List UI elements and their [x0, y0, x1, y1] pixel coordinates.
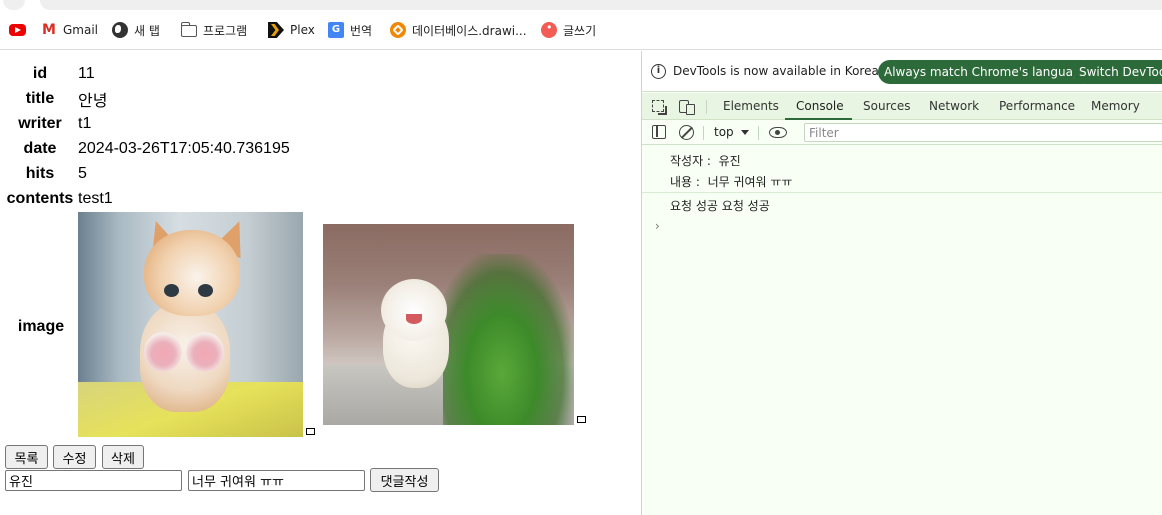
bookmark-label: 프로그램: [203, 23, 248, 38]
inspect-element-icon[interactable]: [652, 100, 667, 115]
live-expression-eye-icon[interactable]: [769, 127, 787, 138]
devtools-panel: i DevTools is now available in Korean! A…: [641, 51, 1162, 515]
console-log-line: 작성자 : 유진: [670, 153, 741, 168]
title-value: 안녕: [78, 92, 108, 110]
bookmark-label: 새 탭: [134, 23, 160, 38]
bookmark-label: 글쓰기: [563, 23, 597, 38]
console-toolbar: top Filter: [642, 121, 1162, 145]
folder-icon: [180, 22, 197, 37]
image-label: image: [17, 318, 65, 335]
dog-image: [323, 224, 574, 425]
globe-icon: [112, 22, 128, 38]
hits-value: 5: [78, 164, 87, 182]
tab-elements[interactable]: Elements: [723, 99, 779, 113]
context-selector[interactable]: top: [714, 125, 734, 139]
write-icon: [541, 21, 557, 38]
console-log-line: 요청 성공 요청 성공: [670, 198, 770, 213]
bookmark-new-tab[interactable]: 새 탭: [112, 20, 160, 40]
console-prompt[interactable]: ›: [655, 219, 660, 233]
detail-row-writer: writer t1: [0, 111, 91, 136]
match-language-button[interactable]: Always match Chrome's language: [878, 60, 1094, 84]
board-detail-page: id 11 title 안녕 writer t1 date 2024-03-26…: [0, 51, 641, 515]
id-value: 11: [78, 64, 95, 82]
delete-button[interactable]: 삭제: [102, 445, 144, 469]
switch-devtools-button[interactable]: Switch DevTools: [1073, 60, 1162, 84]
toolbar-divider: [703, 126, 704, 140]
bookmark-label: 데이터베이스.drawi...: [412, 23, 527, 38]
profile-button[interactable]: [3, 0, 25, 10]
tab-memory[interactable]: Memory: [1091, 99, 1140, 113]
bookmark-label: 번역: [350, 23, 373, 38]
info-icon: i: [651, 64, 666, 79]
drawio-icon: [390, 22, 406, 38]
date-value: 2024-03-26T17:05:40.736195: [78, 139, 290, 157]
plex-icon: [268, 22, 284, 38]
bookmark-write[interactable]: 글쓰기: [541, 20, 596, 40]
detail-row-id: id 11: [0, 61, 95, 86]
image-resize-handle[interactable]: [577, 416, 586, 423]
browser-top-strip: [0, 0, 1162, 10]
bookmark-folder-programs[interactable]: 프로그램: [180, 20, 248, 40]
writer-value: t1: [78, 114, 92, 132]
detail-row-contents: contents test1: [0, 186, 113, 211]
info-message: DevTools is now available in Korean!: [673, 64, 892, 78]
devtools-tabs: Elements Console Sources Network Perform…: [642, 93, 1162, 120]
writer-label: writer: [18, 114, 62, 132]
device-toolbar-icon[interactable]: [679, 100, 695, 115]
detail-row-title: title 안녕: [0, 86, 108, 111]
image-resize-handle[interactable]: [306, 428, 315, 435]
active-tab-indicator: [785, 118, 852, 120]
comment-writer-input[interactable]: 유진: [5, 470, 182, 491]
tab-console[interactable]: Console: [796, 99, 844, 113]
bookmark-label: Gmail: [63, 23, 99, 37]
list-button[interactable]: 목록: [5, 445, 48, 469]
bookmark-label: Plex: [290, 23, 315, 37]
bookmark-gmail[interactable]: M Gmail: [41, 20, 98, 40]
address-bar[interactable]: [40, 0, 1162, 10]
chevron-down-icon[interactable]: [741, 130, 749, 135]
id-label: id: [32, 64, 48, 82]
console-log-line: 내용 : 너무 귀여워 ㅠㅠ: [642, 171, 1162, 193]
console-sidebar-icon[interactable]: [652, 125, 666, 139]
tab-network[interactable]: Network: [929, 99, 979, 113]
title-label: title: [25, 89, 55, 107]
toolbar-divider: [758, 126, 759, 140]
edit-button[interactable]: 수정: [53, 445, 96, 469]
comment-contents-input[interactable]: 너무 귀여워 ㅠㅠ: [188, 470, 365, 491]
devtools-infobar: i DevTools is now available in Korean! A…: [642, 51, 1162, 92]
youtube-icon: [9, 24, 26, 36]
gmail-icon: M: [42, 22, 56, 38]
console-filter-input[interactable]: Filter: [804, 123, 1162, 142]
toolbar-divider: [706, 100, 707, 114]
bookmarks-bar: M Gmail 새 탭 프로그램 Plex G 번역 데이터베이스.drawi.…: [0, 10, 1162, 50]
bookmark-plex[interactable]: Plex: [268, 20, 315, 40]
tab-sources[interactable]: Sources: [863, 99, 910, 113]
comment-submit-button[interactable]: 댓글작성: [370, 468, 439, 492]
contents-label: contents: [6, 189, 74, 207]
tab-performance[interactable]: Performance: [999, 99, 1075, 113]
detail-row-hits: hits 5: [0, 161, 87, 186]
hits-label: hits: [25, 164, 55, 182]
clear-console-icon[interactable]: [679, 125, 694, 140]
google-translate-icon: G: [328, 22, 344, 38]
bookmark-drawio[interactable]: 데이터베이스.drawi...: [390, 20, 527, 40]
date-label: date: [23, 139, 57, 157]
bookmark-youtube[interactable]: [9, 20, 32, 40]
contents-value: test1: [78, 189, 113, 207]
bookmark-translate[interactable]: G 번역: [328, 20, 372, 40]
cat-image: [78, 212, 303, 437]
detail-row-date: date 2024-03-26T17:05:40.736195: [0, 136, 290, 161]
